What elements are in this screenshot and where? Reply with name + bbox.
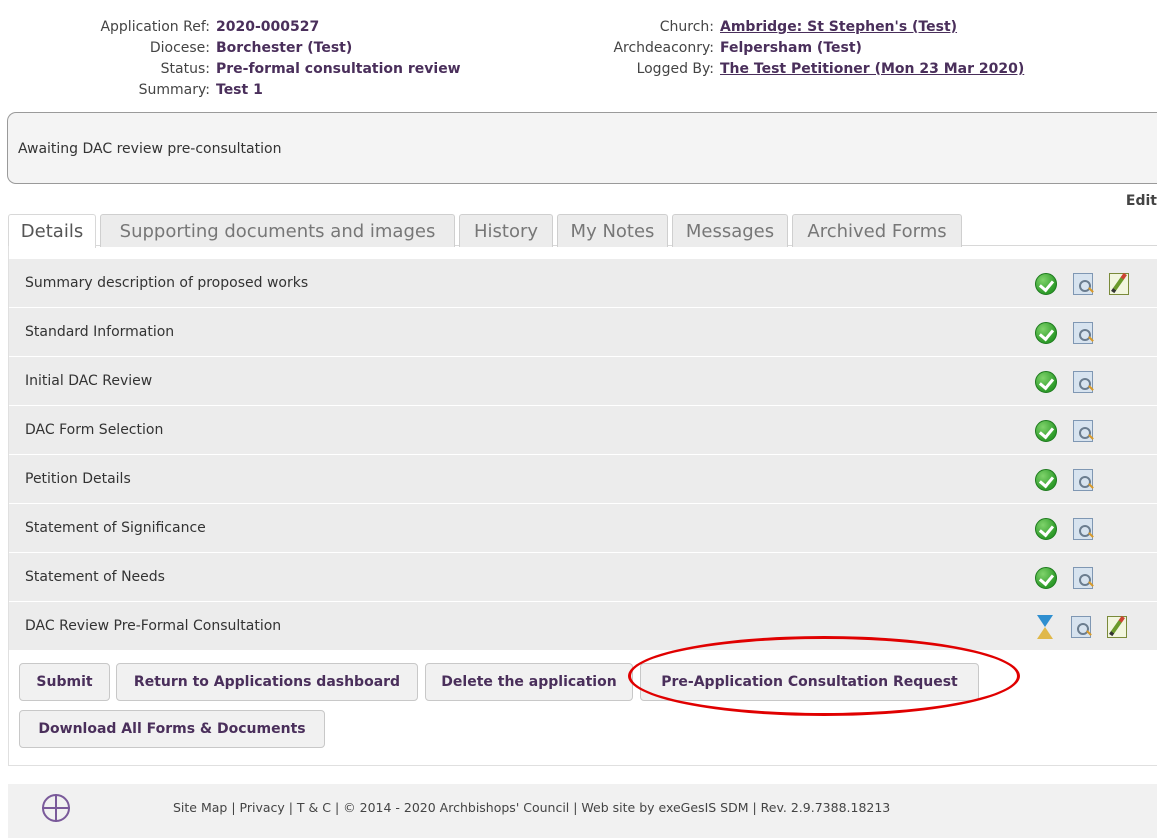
- list-item: Initial DAC Review: [9, 357, 1157, 406]
- form-actions: [1035, 308, 1109, 357]
- view-icon[interactable]: [1073, 321, 1093, 344]
- info-row-logged-by: Logged By: The Test Petitioner (Mon 23 Ma…: [560, 59, 1025, 80]
- status-message: Awaiting DAC review pre-consultation: [18, 141, 282, 157]
- application-ref-value: 2020-000527: [216, 19, 320, 35]
- check-icon: [1035, 321, 1057, 344]
- delete-application-button[interactable]: Delete the application: [425, 663, 633, 701]
- tab-details[interactable]: Details: [8, 214, 96, 248]
- view-icon[interactable]: [1073, 272, 1093, 295]
- list-item: DAC Form Selection: [9, 406, 1157, 455]
- church-link[interactable]: Ambridge: St Stephen's (Test): [720, 17, 957, 38]
- form-name: Summary description of proposed works: [25, 275, 309, 291]
- form-actions: [1035, 455, 1109, 504]
- footer-links[interactable]: Site Map | Privacy | T & C | © 2014 - 20…: [173, 800, 890, 815]
- form-actions: [1035, 259, 1145, 308]
- tab-bar: Details Supporting documents and images …: [8, 214, 1157, 248]
- check-icon: [1035, 566, 1057, 589]
- download-all-button[interactable]: Download All Forms & Documents: [19, 710, 325, 748]
- hourglass-icon: [1035, 614, 1055, 639]
- info-row-church: Church: Ambridge: St Stephen's (Test): [560, 17, 1024, 38]
- form-name: DAC Form Selection: [25, 422, 164, 438]
- form-name: Petition Details: [25, 471, 131, 487]
- info-row-summary: Summary: Test 1: [0, 80, 461, 101]
- form-name: Standard Information: [25, 324, 175, 340]
- view-icon[interactable]: [1073, 566, 1093, 589]
- highlight-annotation-circle: [628, 636, 1020, 716]
- info-label: Application Ref:: [100, 19, 210, 35]
- check-icon: [1035, 419, 1057, 442]
- form-actions: [1035, 553, 1109, 602]
- check-icon: [1035, 272, 1057, 295]
- info-row-status: Status: Pre-formal consultation review: [0, 59, 461, 80]
- tab-my-notes[interactable]: My Notes: [557, 214, 668, 247]
- info-row-archdeaconry: Archdeaconry: Felpersham (Test): [560, 38, 1024, 59]
- tab-archived-forms[interactable]: Archived Forms: [792, 214, 962, 247]
- archdeaconry-value: Felpersham (Test): [720, 40, 862, 56]
- info-label: Status:: [160, 61, 210, 77]
- info-row-ref: Application Ref: 2020-000527: [0, 17, 461, 38]
- view-icon[interactable]: [1073, 370, 1093, 393]
- tab-history[interactable]: History: [459, 214, 553, 247]
- status-message-box: Awaiting DAC review pre-consultation: [7, 112, 1157, 184]
- list-item: DAC Review Pre-Formal Consultation: [9, 602, 1157, 651]
- diocese-value: Borchester (Test): [216, 40, 353, 56]
- form-actions: [1035, 406, 1109, 455]
- view-icon[interactable]: [1073, 517, 1093, 540]
- info-label: Church:: [659, 19, 714, 35]
- list-item: Statement of Significance: [9, 504, 1157, 553]
- edit-link[interactable]: Edit: [1126, 193, 1157, 209]
- form-name: Initial DAC Review: [25, 373, 153, 389]
- check-icon: [1035, 517, 1057, 540]
- submit-button[interactable]: Submit: [19, 663, 110, 701]
- form-actions: [1035, 357, 1109, 406]
- info-label: Logged By:: [636, 61, 714, 77]
- status-value: Pre-formal consultation review: [216, 61, 461, 77]
- info-label: Diocese:: [149, 40, 210, 56]
- form-list: Summary description of proposed works St…: [9, 259, 1157, 651]
- list-item: Petition Details: [9, 455, 1157, 504]
- tab-messages[interactable]: Messages: [672, 214, 788, 247]
- form-actions: [1035, 504, 1109, 553]
- footer: Site Map | Privacy | T & C | © 2014 - 20…: [8, 784, 1157, 838]
- form-name: Statement of Significance: [25, 520, 206, 536]
- edit-icon[interactable]: [1107, 615, 1127, 638]
- view-icon[interactable]: [1073, 468, 1093, 491]
- return-to-dashboard-button[interactable]: Return to Applications dashboard: [116, 663, 418, 701]
- list-item: Statement of Needs: [9, 553, 1157, 602]
- list-item: Summary description of proposed works: [9, 259, 1157, 308]
- edit-icon[interactable]: [1109, 272, 1129, 295]
- info-label: Summary:: [138, 82, 210, 98]
- check-icon: [1035, 468, 1057, 491]
- logged-by-link[interactable]: The Test Petitioner (Mon 23 Mar 2020): [720, 59, 1024, 80]
- form-name: Statement of Needs: [25, 569, 165, 585]
- summary-value: Test 1: [216, 82, 263, 98]
- view-icon[interactable]: [1071, 615, 1091, 638]
- info-label: Archdeaconry:: [613, 40, 714, 56]
- church-logo-icon: [42, 794, 70, 822]
- tab-supporting-documents[interactable]: Supporting documents and images: [100, 214, 455, 247]
- list-item: Standard Information: [9, 308, 1157, 357]
- application-info-right: Church: Ambridge: St Stephen's (Test) Arc…: [560, 17, 1024, 80]
- info-row-diocese: Diocese: Borchester (Test): [0, 38, 461, 59]
- form-name: DAC Review Pre-Formal Consultation: [25, 618, 282, 634]
- application-info-left: Application Ref: 2020-000527 Diocese: Borc…: [0, 17, 461, 101]
- view-icon[interactable]: [1073, 419, 1093, 442]
- form-actions: [1035, 602, 1143, 651]
- check-icon: [1035, 370, 1057, 393]
